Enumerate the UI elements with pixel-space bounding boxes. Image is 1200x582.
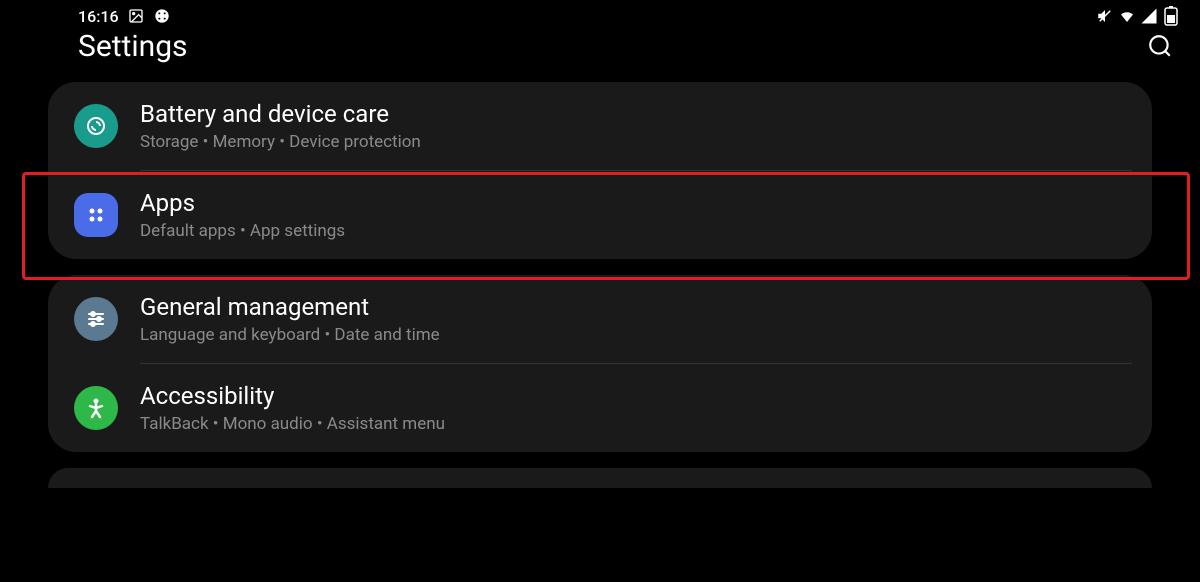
mute-icon xyxy=(1096,7,1114,25)
item-title: Accessibility xyxy=(140,382,445,410)
settings-group: General management Language and keyboard… xyxy=(48,275,1152,452)
item-subtitle: Language and keyboard • Date and time xyxy=(140,325,440,345)
item-text: Accessibility TalkBack • Mono audio • As… xyxy=(140,382,445,434)
status-left: 16:16 xyxy=(78,7,171,26)
item-subtitle: Storage • Memory • Device protection xyxy=(140,132,421,152)
device-care-icon xyxy=(74,104,118,148)
item-text: General management Language and keyboard… xyxy=(140,293,440,345)
page-title: Settings xyxy=(78,29,188,64)
dice-icon xyxy=(153,7,171,25)
settings-group-partial xyxy=(48,468,1152,488)
accessibility-icon xyxy=(74,386,118,430)
settings-item-apps[interactable]: Apps Default apps • App settings xyxy=(48,171,1152,259)
signal-icon xyxy=(1140,7,1158,25)
status-bar: 16:16 xyxy=(0,0,1200,28)
item-text: Apps Default apps • App settings xyxy=(140,189,345,241)
general-management-icon xyxy=(74,297,118,341)
apps-icon xyxy=(74,193,118,237)
item-title: Apps xyxy=(140,189,345,217)
item-subtitle: TalkBack • Mono audio • Assistant menu xyxy=(140,414,445,434)
item-title: Battery and device care xyxy=(140,100,421,128)
settings-item-accessibility[interactable]: Accessibility TalkBack • Mono audio • As… xyxy=(48,364,1152,452)
image-icon xyxy=(127,7,145,25)
status-time: 16:16 xyxy=(78,7,119,26)
status-right xyxy=(1096,7,1180,25)
settings-group: Battery and device care Storage • Memory… xyxy=(48,82,1152,259)
item-title: General management xyxy=(140,293,440,321)
settings-item-battery-device-care[interactable]: Battery and device care Storage • Memory… xyxy=(48,82,1152,170)
header: Settings xyxy=(0,28,1200,76)
wifi-icon xyxy=(1118,7,1136,25)
settings-item-general-management[interactable]: General management Language and keyboard… xyxy=(48,275,1152,363)
search-button[interactable] xyxy=(1142,28,1178,64)
search-icon xyxy=(1147,33,1173,59)
battery-icon xyxy=(1162,7,1180,25)
item-text: Battery and device care Storage • Memory… xyxy=(140,100,421,152)
item-subtitle: Default apps • App settings xyxy=(140,221,345,241)
